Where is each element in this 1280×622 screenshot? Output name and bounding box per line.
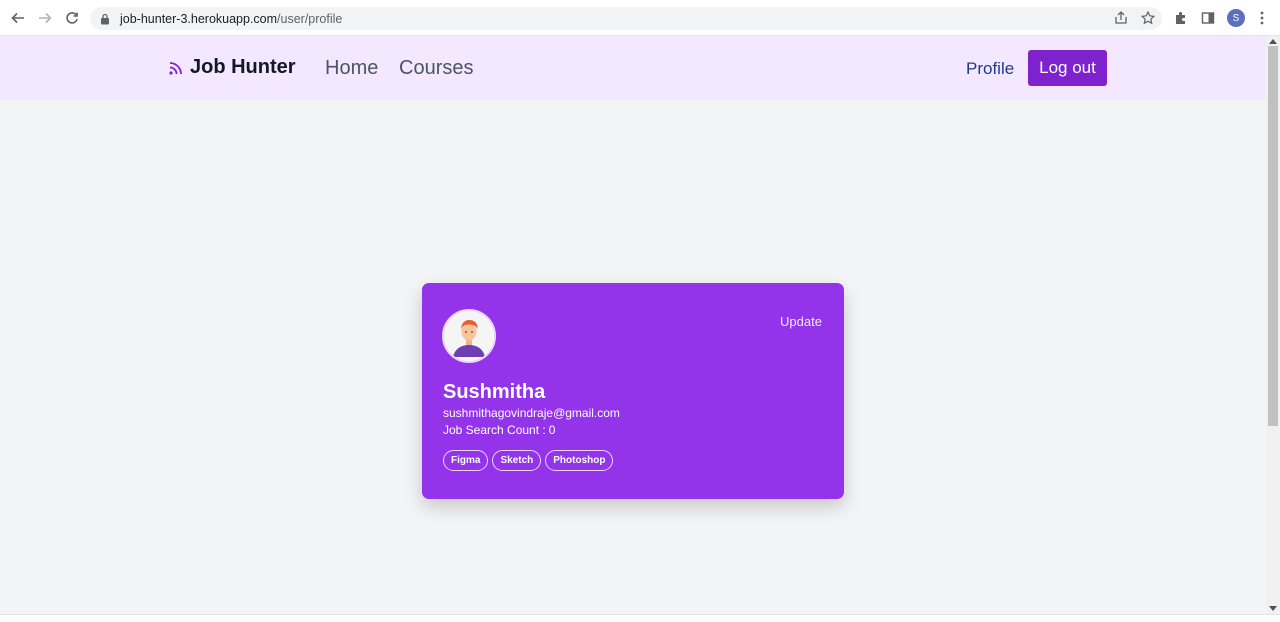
skill-tag-figma: Figma (443, 450, 489, 471)
vertical-scrollbar[interactable] (1266, 36, 1280, 614)
logout-button[interactable]: Log out (1028, 50, 1107, 86)
update-link[interactable]: Update (780, 314, 822, 329)
url-host: job-hunter-3.herokuapp.com (120, 11, 278, 26)
nav-link-profile[interactable]: Profile (966, 59, 1014, 79)
brand-name: Job Hunter (190, 56, 296, 78)
profile-email: sushmithagovindraje@gmail.com (443, 406, 620, 420)
browser-profile-avatar[interactable]: S (1227, 9, 1245, 27)
share-icon[interactable] (1112, 9, 1130, 27)
lock-icon[interactable] (100, 12, 112, 26)
url-path: /user/profile (277, 11, 343, 26)
job-search-count-value: 0 (548, 423, 556, 437)
nav-link-courses[interactable]: Courses (399, 57, 473, 80)
browser-toolbar: job-hunter-3.herokuapp.com/user/profile … (0, 0, 1280, 36)
profile-name: Sushmitha (443, 381, 546, 403)
extensions-icon[interactable] (1172, 9, 1190, 27)
scrollbar-thumb[interactable] (1268, 46, 1278, 426)
job-search-count-label: Job Search Count : (443, 423, 546, 437)
avatar-illustration (442, 309, 496, 363)
sidebar-icon[interactable] (1199, 9, 1217, 27)
back-arrow-icon[interactable] (9, 9, 27, 27)
nav-link-home[interactable]: Home (325, 57, 378, 80)
rss-icon (169, 61, 182, 75)
address-bar[interactable]: job-hunter-3.herokuapp.com/user/profile (90, 7, 1162, 30)
bottom-edge (0, 614, 1280, 622)
skill-tag-sketch: Sketch (492, 450, 542, 471)
skills-list: Figma Sketch Photoshop (443, 450, 614, 471)
scroll-up-arrow-icon[interactable] (1269, 39, 1277, 44)
brand-logo[interactable]: Job Hunter (168, 56, 296, 79)
page-content: Job Hunter Home Courses Profile Log out … (0, 36, 1266, 614)
skill-tag-photoshop: Photoshop (545, 450, 614, 471)
star-icon[interactable] (1139, 9, 1157, 27)
reload-icon[interactable] (63, 9, 81, 27)
top-navbar: Job Hunter Home Courses Profile Log out (0, 36, 1266, 100)
scroll-down-arrow-icon[interactable] (1269, 606, 1277, 611)
profile-card: Update Sushmitha sushmithagovindraje@gma… (422, 283, 844, 499)
forward-arrow-icon[interactable] (36, 9, 54, 27)
job-search-count: Job Search Count :0 (443, 423, 555, 437)
menu-dots-icon[interactable] (1253, 9, 1271, 27)
